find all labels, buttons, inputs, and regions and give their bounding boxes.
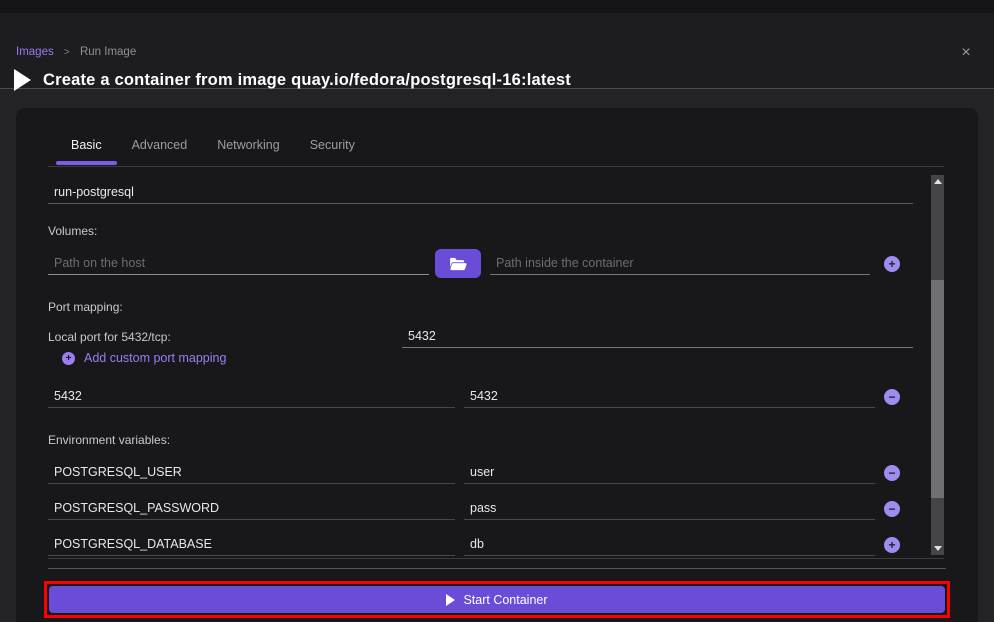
add-env-variable-button[interactable]: + (884, 537, 900, 553)
add-custom-port-mapping-label: Add custom port mapping (84, 351, 226, 365)
tab-networking[interactable]: Networking (202, 138, 295, 166)
footer-divider (48, 568, 946, 569)
volumes-label: Volumes: (48, 224, 97, 238)
add-volume-button[interactable]: + (884, 256, 900, 272)
breadcrumb-current: Run Image (80, 46, 136, 58)
env-value-input[interactable] (464, 498, 875, 520)
scroll-down-icon[interactable] (931, 541, 944, 555)
custom-port-container-input[interactable] (464, 386, 875, 408)
tab-basic[interactable]: Basic (56, 138, 117, 166)
open-folder-icon (449, 257, 467, 271)
start-play-icon (446, 594, 455, 606)
volume-container-path-input[interactable] (490, 253, 870, 275)
start-container-label: Start Container (463, 593, 547, 607)
close-icon[interactable]: × (956, 43, 976, 63)
container-name-input[interactable] (48, 182, 913, 204)
window-titlebar (0, 0, 994, 13)
browse-folder-button[interactable] (435, 249, 481, 278)
title-row: Create a container from image quay.io/fe… (14, 69, 571, 91)
form-scrollbar[interactable] (931, 175, 944, 555)
remove-env-variable-button[interactable]: − (884, 465, 900, 481)
run-image-form-card: Basic Advanced Networking Security Volum… (16, 108, 978, 622)
tab-advanced[interactable]: Advanced (117, 138, 203, 166)
env-variables-label: Environment variables: (48, 433, 170, 447)
tab-security[interactable]: Security (295, 138, 370, 166)
volume-host-path-input[interactable] (48, 253, 429, 275)
scrollbar-thumb[interactable] (931, 280, 944, 498)
active-tab-indicator (56, 161, 117, 165)
tab-bar: Basic Advanced Networking Security (48, 108, 944, 167)
scroll-up-icon[interactable] (931, 175, 944, 189)
env-name-input[interactable] (48, 498, 455, 520)
env-name-input[interactable] (48, 534, 455, 556)
remove-port-mapping-button[interactable]: − (884, 389, 900, 405)
page-title: Create a container from image quay.io/fe… (43, 71, 571, 90)
local-port-label: Local port for 5432/tcp: (48, 330, 171, 344)
annotation-highlight: Start Container (44, 581, 950, 618)
dialog-header: Images > Run Image × Create a container … (0, 13, 994, 89)
breadcrumb-separator: > (64, 47, 70, 58)
play-icon (14, 69, 31, 91)
env-value-input[interactable] (464, 534, 875, 556)
breadcrumb-images-link[interactable]: Images (16, 46, 54, 58)
port-mapping-label: Port mapping: (48, 300, 123, 314)
remove-env-variable-button[interactable]: − (884, 501, 900, 517)
plus-circle-icon: + (62, 352, 75, 365)
breadcrumb: Images > Run Image (16, 46, 136, 58)
local-port-input[interactable] (402, 326, 913, 348)
env-value-input[interactable] (464, 462, 875, 484)
start-container-button[interactable]: Start Container (49, 586, 945, 613)
env-name-input[interactable] (48, 462, 455, 484)
add-custom-port-mapping-link[interactable]: + Add custom port mapping (62, 351, 226, 365)
custom-port-host-input[interactable] (48, 386, 455, 408)
scroll-area-border (48, 558, 944, 559)
